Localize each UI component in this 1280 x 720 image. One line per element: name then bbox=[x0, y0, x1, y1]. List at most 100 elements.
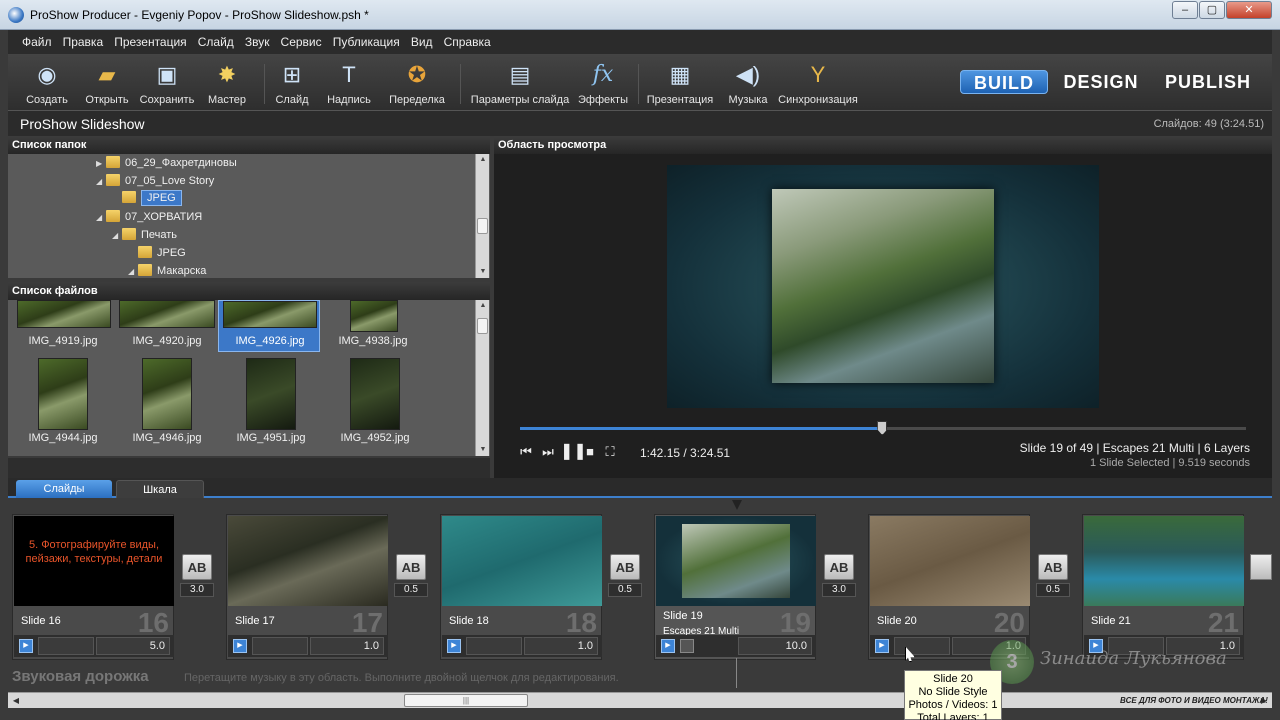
menu-edit[interactable]: Правка bbox=[59, 30, 108, 54]
file-item[interactable]: IMG_4919.jpg bbox=[12, 300, 114, 350]
slide-list-scrollbar[interactable]: ◀ ||| ▶ bbox=[8, 692, 1272, 708]
menu-audio[interactable]: Звук bbox=[241, 30, 274, 54]
file-item[interactable]: IMG_4938.jpg bbox=[322, 300, 424, 350]
play-slide-icon[interactable]: ▶ bbox=[19, 639, 33, 653]
collapse-arrow-icon[interactable]: ◢ bbox=[96, 213, 106, 222]
remix-button[interactable]: ✪ Переделка bbox=[382, 56, 452, 108]
transition-item[interactable]: AB 0.5 bbox=[608, 554, 642, 600]
scroll-up-arrow-icon[interactable]: ▲ bbox=[476, 154, 490, 166]
playback-progress[interactable] bbox=[520, 421, 1246, 435]
folder-item[interactable]: ◢ 07_ХОРВАТИЯ bbox=[96, 210, 202, 228]
scroll-down-arrow-icon[interactable]: ▼ bbox=[476, 444, 490, 456]
transition-item[interactable]: AB 3.0 bbox=[822, 554, 856, 600]
folder-item[interactable]: JPEG bbox=[138, 246, 186, 264]
caption-button[interactable]: T Надпись bbox=[314, 56, 384, 108]
file-item-selected[interactable]: IMG_4926.jpg bbox=[218, 300, 320, 352]
scroll-up-arrow-icon[interactable]: ▲ bbox=[476, 300, 490, 312]
music-button[interactable]: ◀) Музыка bbox=[713, 56, 783, 108]
file-scrollbar[interactable]: ▲ ▼ bbox=[475, 300, 489, 456]
menu-help[interactable]: Справка bbox=[440, 30, 495, 54]
playback-knob[interactable] bbox=[877, 421, 888, 435]
folder-scrollbar[interactable]: ▲ ▼ bbox=[475, 154, 489, 278]
effects-button[interactable]: fx Эффекты bbox=[568, 56, 638, 108]
collapse-arrow-icon[interactable]: ◢ bbox=[128, 267, 138, 276]
transition-duration[interactable]: 0.5 bbox=[1036, 583, 1070, 597]
transition-item[interactable]: AB 3.0 bbox=[180, 554, 214, 600]
collapse-arrow-icon[interactable]: ◢ bbox=[112, 231, 122, 240]
slide-item[interactable]: Slide 17 17 ▶ 1.0 bbox=[226, 514, 388, 660]
file-item[interactable]: IMG_4920.jpg bbox=[116, 300, 218, 350]
transition-duration[interactable]: 0.5 bbox=[394, 583, 428, 597]
menu-publish[interactable]: Публикация bbox=[329, 30, 404, 54]
menu-file[interactable]: Файл bbox=[18, 30, 56, 54]
preview-stage[interactable] bbox=[667, 165, 1099, 408]
play-slide-icon[interactable]: ▶ bbox=[661, 639, 675, 653]
build-mode-button[interactable]: BUILD bbox=[960, 70, 1048, 94]
slide-options-button[interactable]: ▤ Параметры слайда bbox=[470, 56, 570, 108]
folder-item[interactable]: ◢ Макарска bbox=[128, 264, 206, 278]
scroll-left-arrow-icon[interactable]: ◀ bbox=[10, 694, 22, 707]
slide-item-current[interactable]: Slide 19 Escapes 21 Multi 19 ▶ 10.0 bbox=[654, 514, 816, 660]
expand-arrow-icon[interactable]: ▶ bbox=[96, 159, 106, 168]
slide-duration[interactable]: 1.0 bbox=[310, 637, 384, 655]
slide-count: Слайдов: 49 (3:24.51) bbox=[1153, 118, 1264, 130]
pause-icon[interactable]: ❚❚ bbox=[560, 444, 587, 460]
transition-duration[interactable]: 0.5 bbox=[608, 583, 642, 597]
wizard-button[interactable]: ✸ Мастер bbox=[192, 56, 262, 108]
menu-view[interactable]: Вид bbox=[407, 30, 437, 54]
show-options-button[interactable]: ▦ Презентация bbox=[644, 56, 716, 108]
wizard-icon: ✸ bbox=[217, 62, 237, 87]
transition-duration[interactable]: 3.0 bbox=[822, 583, 856, 597]
menu-tools[interactable]: Сервис bbox=[277, 30, 326, 54]
collapse-arrow-icon[interactable]: ◢ bbox=[96, 177, 106, 186]
slide-duration[interactable]: 10.0 bbox=[738, 637, 812, 655]
folder-item[interactable]: ▶ 06_29_Фахретдиновы bbox=[96, 156, 237, 174]
play-slide-icon[interactable]: ▶ bbox=[875, 639, 889, 653]
soundtrack-title: Звуковая дорожка bbox=[12, 668, 149, 685]
transition-item[interactable]: AB 0.5 bbox=[1036, 554, 1070, 600]
folder-item[interactable]: ◢ Печать bbox=[112, 228, 177, 246]
folder-tree: ▶ 06_29_Фахретдиновы ◢ 07_05_Love Story JP… bbox=[8, 154, 490, 278]
fullscreen-icon[interactable]: ⛶ bbox=[602, 444, 618, 460]
scroll-down-arrow-icon[interactable]: ▼ bbox=[476, 266, 490, 278]
file-item[interactable]: IMG_4944.jpg bbox=[12, 356, 114, 448]
slide-item[interactable]: Slide 18 18 ▶ 1.0 bbox=[440, 514, 602, 660]
menu-show[interactable]: Презентация bbox=[110, 30, 191, 54]
close-button[interactable]: ✕ bbox=[1226, 1, 1272, 19]
preview-area: ⏮ ⏭ ❚❚ ■ ⛶ 1:42.15 / 3:24.51 Slide 19 of… bbox=[494, 154, 1272, 478]
tab-timeline[interactable]: Шкала bbox=[116, 480, 204, 498]
file-thumbnail bbox=[17, 300, 111, 328]
maximize-button[interactable]: ▢ bbox=[1199, 1, 1225, 19]
tab-slides[interactable]: Слайды bbox=[16, 480, 112, 498]
design-mode-button[interactable]: DESIGN bbox=[1060, 70, 1142, 94]
scroll-thumb[interactable]: ||| bbox=[404, 694, 528, 707]
sync-button[interactable]: Y Синхронизация bbox=[776, 56, 860, 108]
folder-item-selected[interactable]: JPEG bbox=[122, 190, 182, 209]
slide-duration[interactable]: 1.0 bbox=[524, 637, 598, 655]
minimize-button[interactable]: – bbox=[1172, 1, 1198, 19]
file-item[interactable]: IMG_4951.jpg bbox=[220, 356, 322, 448]
slide-item[interactable]: 5. Фотографируйте виды, пейзажи, текстур… bbox=[12, 514, 174, 660]
transition-ab-icon-partial[interactable] bbox=[1250, 554, 1272, 580]
next-icon[interactable]: ⏭ bbox=[540, 444, 556, 460]
file-name: IMG_4944.jpg bbox=[28, 432, 98, 444]
previous-icon[interactable]: ⏮ bbox=[518, 444, 534, 460]
scroll-thumb[interactable] bbox=[477, 318, 488, 334]
main-toolbar: ◉ Создать ▰ Открыть ▣ Сохранить ✸ Мастер ⊞ Сл… bbox=[8, 54, 1272, 110]
transition-item[interactable]: AB 0.5 bbox=[394, 554, 428, 600]
folder-icon bbox=[106, 156, 120, 168]
slide-item[interactable]: Slide 21 21 ▶ 1.0 bbox=[1082, 514, 1244, 660]
publish-mode-button[interactable]: PUBLISH bbox=[1160, 70, 1256, 94]
folder-icon bbox=[106, 210, 120, 222]
menu-slide[interactable]: Слайд bbox=[194, 30, 238, 54]
play-slide-icon[interactable]: ▶ bbox=[447, 639, 461, 653]
scroll-thumb[interactable] bbox=[477, 218, 488, 234]
transition-duration[interactable]: 3.0 bbox=[180, 583, 214, 597]
slide-duration[interactable]: 5.0 bbox=[96, 637, 170, 655]
stop-icon[interactable]: ■ bbox=[582, 444, 598, 460]
file-item[interactable]: IMG_4946.jpg bbox=[116, 356, 218, 448]
file-item[interactable]: IMG_4952.jpg bbox=[324, 356, 426, 448]
slide-item[interactable]: Slide 20 20 ▶1.0 bbox=[868, 514, 1030, 660]
caption-label: Надпись bbox=[327, 94, 371, 106]
play-slide-icon[interactable]: ▶ bbox=[233, 639, 247, 653]
